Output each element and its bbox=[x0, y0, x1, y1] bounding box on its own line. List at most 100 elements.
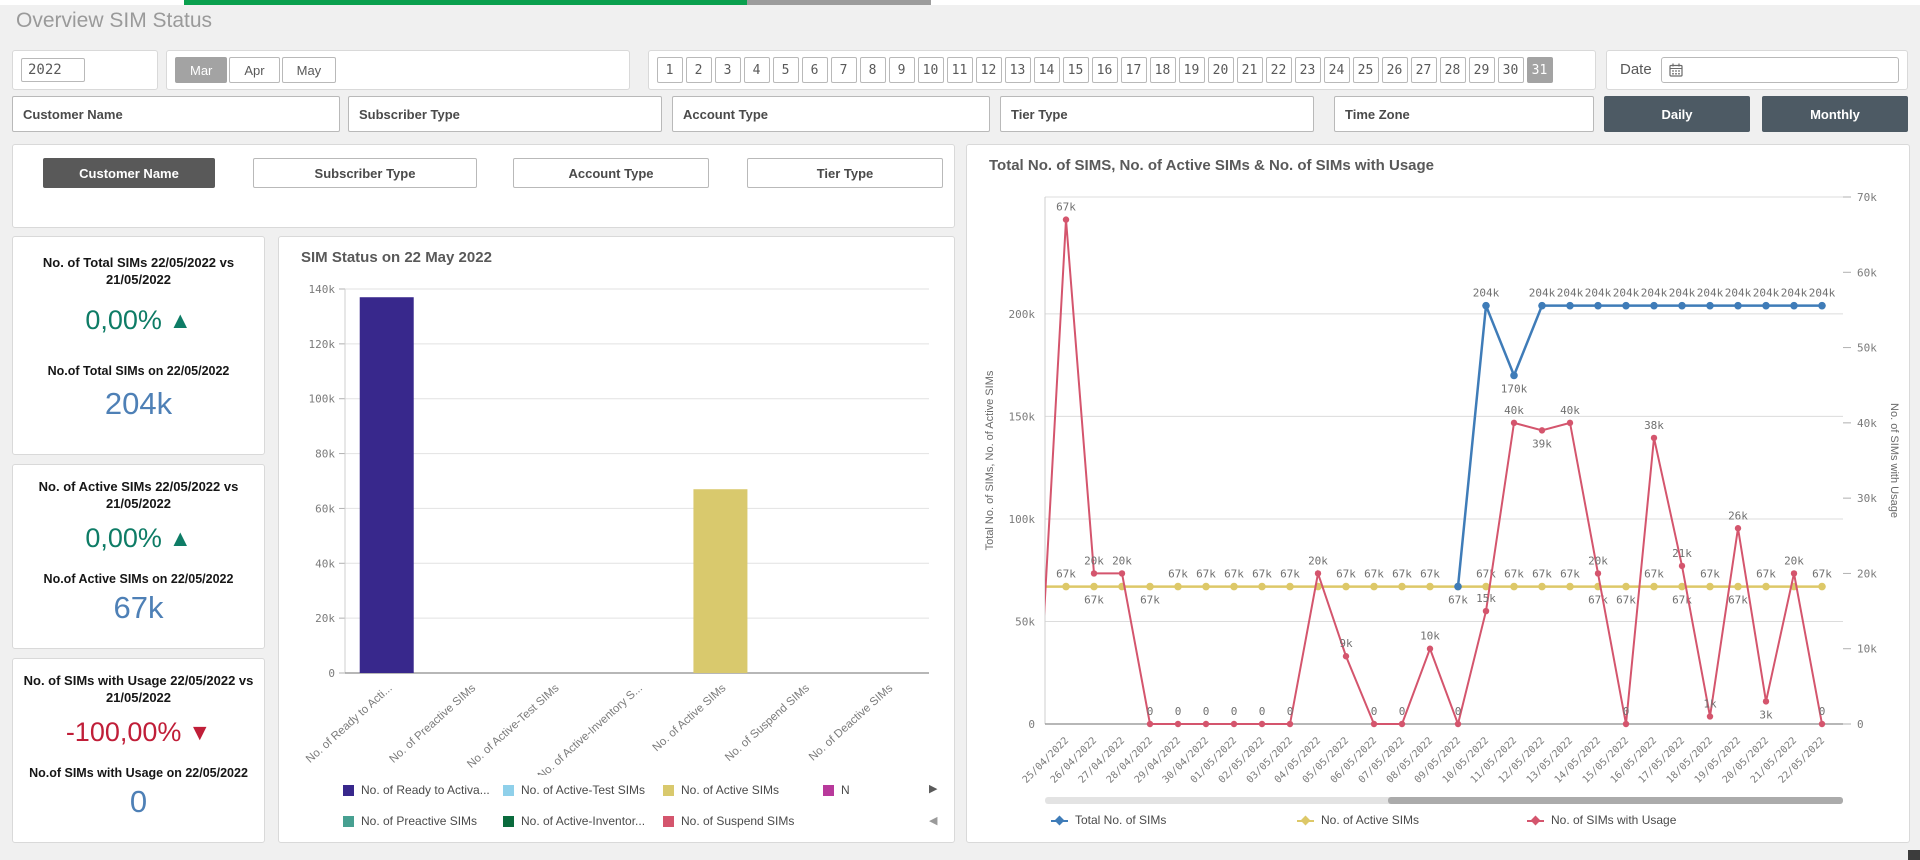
data-point[interactable] bbox=[1566, 302, 1574, 310]
data-point[interactable] bbox=[1090, 583, 1098, 591]
day-button-13[interactable]: 13 bbox=[1005, 57, 1031, 83]
day-button-15[interactable]: 15 bbox=[1063, 57, 1089, 83]
data-point[interactable] bbox=[1595, 570, 1601, 576]
day-button-12[interactable]: 12 bbox=[976, 57, 1002, 83]
day-button-1[interactable]: 1 bbox=[657, 57, 683, 83]
data-point[interactable] bbox=[1286, 583, 1294, 591]
data-point[interactable] bbox=[1510, 583, 1518, 591]
data-point[interactable] bbox=[1594, 302, 1602, 310]
data-point[interactable] bbox=[1511, 420, 1517, 426]
legend-item-no-of-suspend-sims[interactable]: No. of Suspend SIMs bbox=[663, 814, 794, 828]
day-button-9[interactable]: 9 bbox=[889, 57, 915, 83]
data-point[interactable] bbox=[1259, 721, 1265, 727]
legend-item-no-of-sims-with-usage[interactable]: No. of SIMs with Usage bbox=[1527, 813, 1676, 827]
day-button-25[interactable]: 25 bbox=[1353, 57, 1379, 83]
data-point[interactable] bbox=[1818, 302, 1826, 310]
data-point[interactable] bbox=[1622, 302, 1630, 310]
data-point[interactable] bbox=[1258, 583, 1266, 591]
legend-item-no-of-active-inventor[interactable]: No. of Active-Inventor... bbox=[503, 814, 645, 828]
data-point[interactable] bbox=[1119, 570, 1125, 576]
data-point[interactable] bbox=[1762, 302, 1770, 310]
data-point[interactable] bbox=[1287, 721, 1293, 727]
data-point[interactable] bbox=[1819, 721, 1825, 727]
legend-item-no-of-active-sims[interactable]: No. of Active SIMs bbox=[1297, 813, 1419, 827]
chart-scrollbar-thumb[interactable] bbox=[1388, 797, 1843, 804]
month-button-may[interactable]: May bbox=[282, 57, 337, 83]
data-point[interactable] bbox=[1790, 302, 1798, 310]
filter-subscriber-type[interactable]: Subscriber Type bbox=[348, 96, 662, 132]
day-button-2[interactable]: 2 bbox=[686, 57, 712, 83]
day-button-11[interactable]: 11 bbox=[947, 57, 973, 83]
data-point[interactable] bbox=[1483, 608, 1489, 614]
kpi-card-0[interactable]: No. of Total SIMs 22/05/2022 vs 21/05/20… bbox=[12, 236, 265, 455]
data-point[interactable] bbox=[1818, 583, 1826, 591]
data-point[interactable] bbox=[1091, 570, 1097, 576]
legend-item-n[interactable]: N bbox=[823, 783, 850, 797]
legend-prev-icon[interactable]: ◀ bbox=[929, 814, 937, 827]
day-button-21[interactable]: 21 bbox=[1237, 57, 1263, 83]
day-button-8[interactable]: 8 bbox=[860, 57, 886, 83]
data-point[interactable] bbox=[1370, 583, 1378, 591]
data-point[interactable] bbox=[1623, 721, 1629, 727]
data-point[interactable] bbox=[1510, 372, 1518, 380]
bar-no-of-active-sims[interactable] bbox=[693, 489, 747, 673]
data-point[interactable] bbox=[1398, 583, 1406, 591]
day-button-20[interactable]: 20 bbox=[1208, 57, 1234, 83]
granularity-button-monthly[interactable]: Monthly bbox=[1762, 96, 1908, 132]
day-button-23[interactable]: 23 bbox=[1295, 57, 1321, 83]
data-point[interactable] bbox=[1538, 583, 1546, 591]
data-point[interactable] bbox=[1707, 713, 1713, 719]
data-point[interactable] bbox=[1791, 570, 1797, 576]
day-button-26[interactable]: 26 bbox=[1382, 57, 1408, 83]
tab-subscriber-type[interactable]: Subscriber Type bbox=[253, 158, 477, 188]
data-point[interactable] bbox=[1426, 583, 1434, 591]
legend-item-no-of-ready-to-activa[interactable]: No. of Ready to Activa... bbox=[343, 783, 490, 797]
data-point[interactable] bbox=[1650, 302, 1658, 310]
data-point[interactable] bbox=[1146, 583, 1154, 591]
kpi-card-1[interactable]: No. of Active SIMs 22/05/2022 vs 21/05/2… bbox=[12, 464, 265, 649]
data-point[interactable] bbox=[1175, 721, 1181, 727]
data-point[interactable] bbox=[1734, 583, 1742, 591]
data-point[interactable] bbox=[1231, 721, 1237, 727]
data-point[interactable] bbox=[1427, 646, 1433, 652]
filter-tier-type[interactable]: Tier Type bbox=[1000, 96, 1314, 132]
filter-customer-name[interactable]: Customer Name bbox=[12, 96, 340, 132]
filter-time-zone[interactable]: Time Zone bbox=[1334, 96, 1594, 132]
legend-next-icon[interactable]: ▶ bbox=[929, 782, 937, 795]
data-point[interactable] bbox=[1315, 570, 1321, 576]
data-point[interactable] bbox=[1706, 583, 1714, 591]
day-button-10[interactable]: 10 bbox=[918, 57, 944, 83]
bar-no-of-ready-to-acti[interactable] bbox=[360, 297, 414, 673]
day-button-19[interactable]: 19 bbox=[1179, 57, 1205, 83]
data-point[interactable] bbox=[1399, 721, 1405, 727]
legend-item-total-no-of-sims[interactable]: Total No. of SIMs bbox=[1051, 813, 1166, 827]
day-button-18[interactable]: 18 bbox=[1150, 57, 1176, 83]
data-point[interactable] bbox=[1174, 583, 1182, 591]
filter-account-type[interactable]: Account Type bbox=[672, 96, 990, 132]
data-point[interactable] bbox=[1202, 583, 1210, 591]
data-point[interactable] bbox=[1455, 721, 1461, 727]
data-point[interactable] bbox=[1706, 302, 1714, 310]
data-point[interactable] bbox=[1763, 698, 1769, 704]
data-point[interactable] bbox=[1062, 583, 1070, 591]
day-button-22[interactable]: 22 bbox=[1266, 57, 1292, 83]
data-point[interactable] bbox=[1454, 583, 1462, 591]
data-point[interactable] bbox=[1342, 583, 1350, 591]
granularity-button-daily[interactable]: Daily bbox=[1604, 96, 1750, 132]
data-point[interactable] bbox=[1566, 583, 1574, 591]
tab-account-type[interactable]: Account Type bbox=[513, 158, 709, 188]
data-point[interactable] bbox=[1651, 435, 1657, 441]
kpi-card-2[interactable]: No. of SIMs with Usage 22/05/2022 vs 21/… bbox=[12, 658, 265, 843]
data-point[interactable] bbox=[1482, 302, 1490, 310]
data-point[interactable] bbox=[1063, 216, 1069, 222]
data-point[interactable] bbox=[1762, 583, 1770, 591]
date-input[interactable] bbox=[1661, 57, 1899, 83]
day-button-14[interactable]: 14 bbox=[1034, 57, 1060, 83]
day-button-4[interactable]: 4 bbox=[744, 57, 770, 83]
data-point[interactable] bbox=[1735, 525, 1741, 531]
data-point[interactable] bbox=[1538, 302, 1546, 310]
data-point[interactable] bbox=[1343, 653, 1349, 659]
data-point[interactable] bbox=[1371, 721, 1377, 727]
month-button-mar[interactable]: Mar bbox=[175, 57, 227, 83]
data-point[interactable] bbox=[1567, 420, 1573, 426]
